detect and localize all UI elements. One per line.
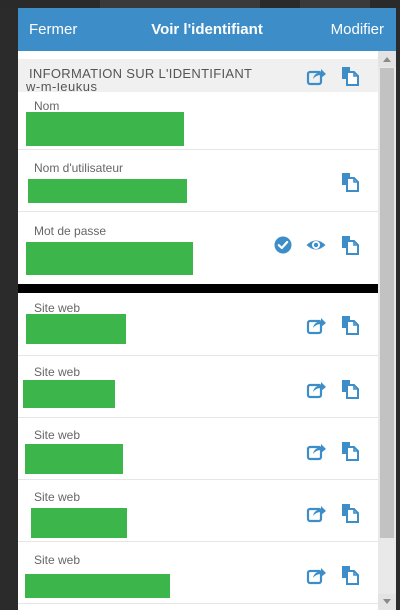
detail-content: w-m-leukus INFORMATION SUR L'IDENTIFIANT… <box>18 51 378 610</box>
copy-icon[interactable] <box>339 564 361 586</box>
edit-button[interactable]: Modifier <box>331 21 384 38</box>
section-title: INFORMATION SUR L'IDENTIFIANT <box>24 64 258 83</box>
scrollbar[interactable] <box>378 51 396 610</box>
copy-icon[interactable] <box>339 234 361 256</box>
redacted-value <box>31 508 127 538</box>
launch-icon[interactable] <box>306 440 328 462</box>
field-label: Site web <box>34 301 81 315</box>
scroll-up-arrow-icon[interactable] <box>378 51 396 67</box>
field-label: Site web <box>34 428 81 442</box>
copy-icon[interactable] <box>339 65 361 87</box>
copy-icon[interactable] <box>339 314 361 336</box>
identifier-panel: Fermer Voir l'identifiant Modifier w-m-l… <box>18 8 396 610</box>
top-window-strip <box>0 0 400 8</box>
field-website: Site web <box>18 542 378 604</box>
field-name: Nom <box>18 92 378 150</box>
launch-icon[interactable] <box>306 65 328 87</box>
redacted-value <box>26 314 126 344</box>
launch-icon[interactable] <box>306 502 328 524</box>
copy-icon[interactable] <box>339 440 361 462</box>
panel-header: Fermer Voir l'identifiant Modifier <box>18 8 396 51</box>
field-website: Site web <box>18 418 378 480</box>
redacted-value <box>26 112 184 146</box>
copy-icon[interactable] <box>339 378 361 400</box>
check-circle-icon[interactable] <box>272 234 294 256</box>
field-label: Site web <box>34 490 81 504</box>
copy-icon[interactable] <box>339 171 361 193</box>
launch-icon[interactable] <box>306 378 328 400</box>
field-website: Site web <box>18 480 378 542</box>
launch-icon[interactable] <box>306 314 328 336</box>
redacted-value <box>28 179 187 203</box>
top-strip-segment <box>100 0 260 8</box>
launch-icon[interactable] <box>306 564 328 586</box>
field-username: Nom d'utilisateur <box>18 150 378 212</box>
field-password: Mot de passe <box>18 212 378 284</box>
redacted-value <box>25 444 123 474</box>
field-website: Site web <box>18 356 378 418</box>
field-label: Nom <box>34 99 60 113</box>
scroll-down-arrow-icon[interactable] <box>378 594 396 610</box>
redacted-value <box>25 574 170 598</box>
field-label: Site web <box>34 553 81 567</box>
section-divider <box>18 284 378 293</box>
top-strip-segment <box>300 0 370 8</box>
field-label: Site web <box>34 365 81 379</box>
scrollbar-thumb[interactable] <box>380 68 394 538</box>
field-label: Nom d'utilisateur <box>34 161 123 175</box>
copy-icon[interactable] <box>339 502 361 524</box>
redacted-value <box>23 380 115 408</box>
eye-icon[interactable] <box>305 234 327 256</box>
field-label: Mot de passe <box>34 224 107 238</box>
section-header: w-m-leukus INFORMATION SUR L'IDENTIFIANT <box>18 59 378 94</box>
field-website: Site web <box>18 293 378 356</box>
redacted-value <box>26 242 193 275</box>
